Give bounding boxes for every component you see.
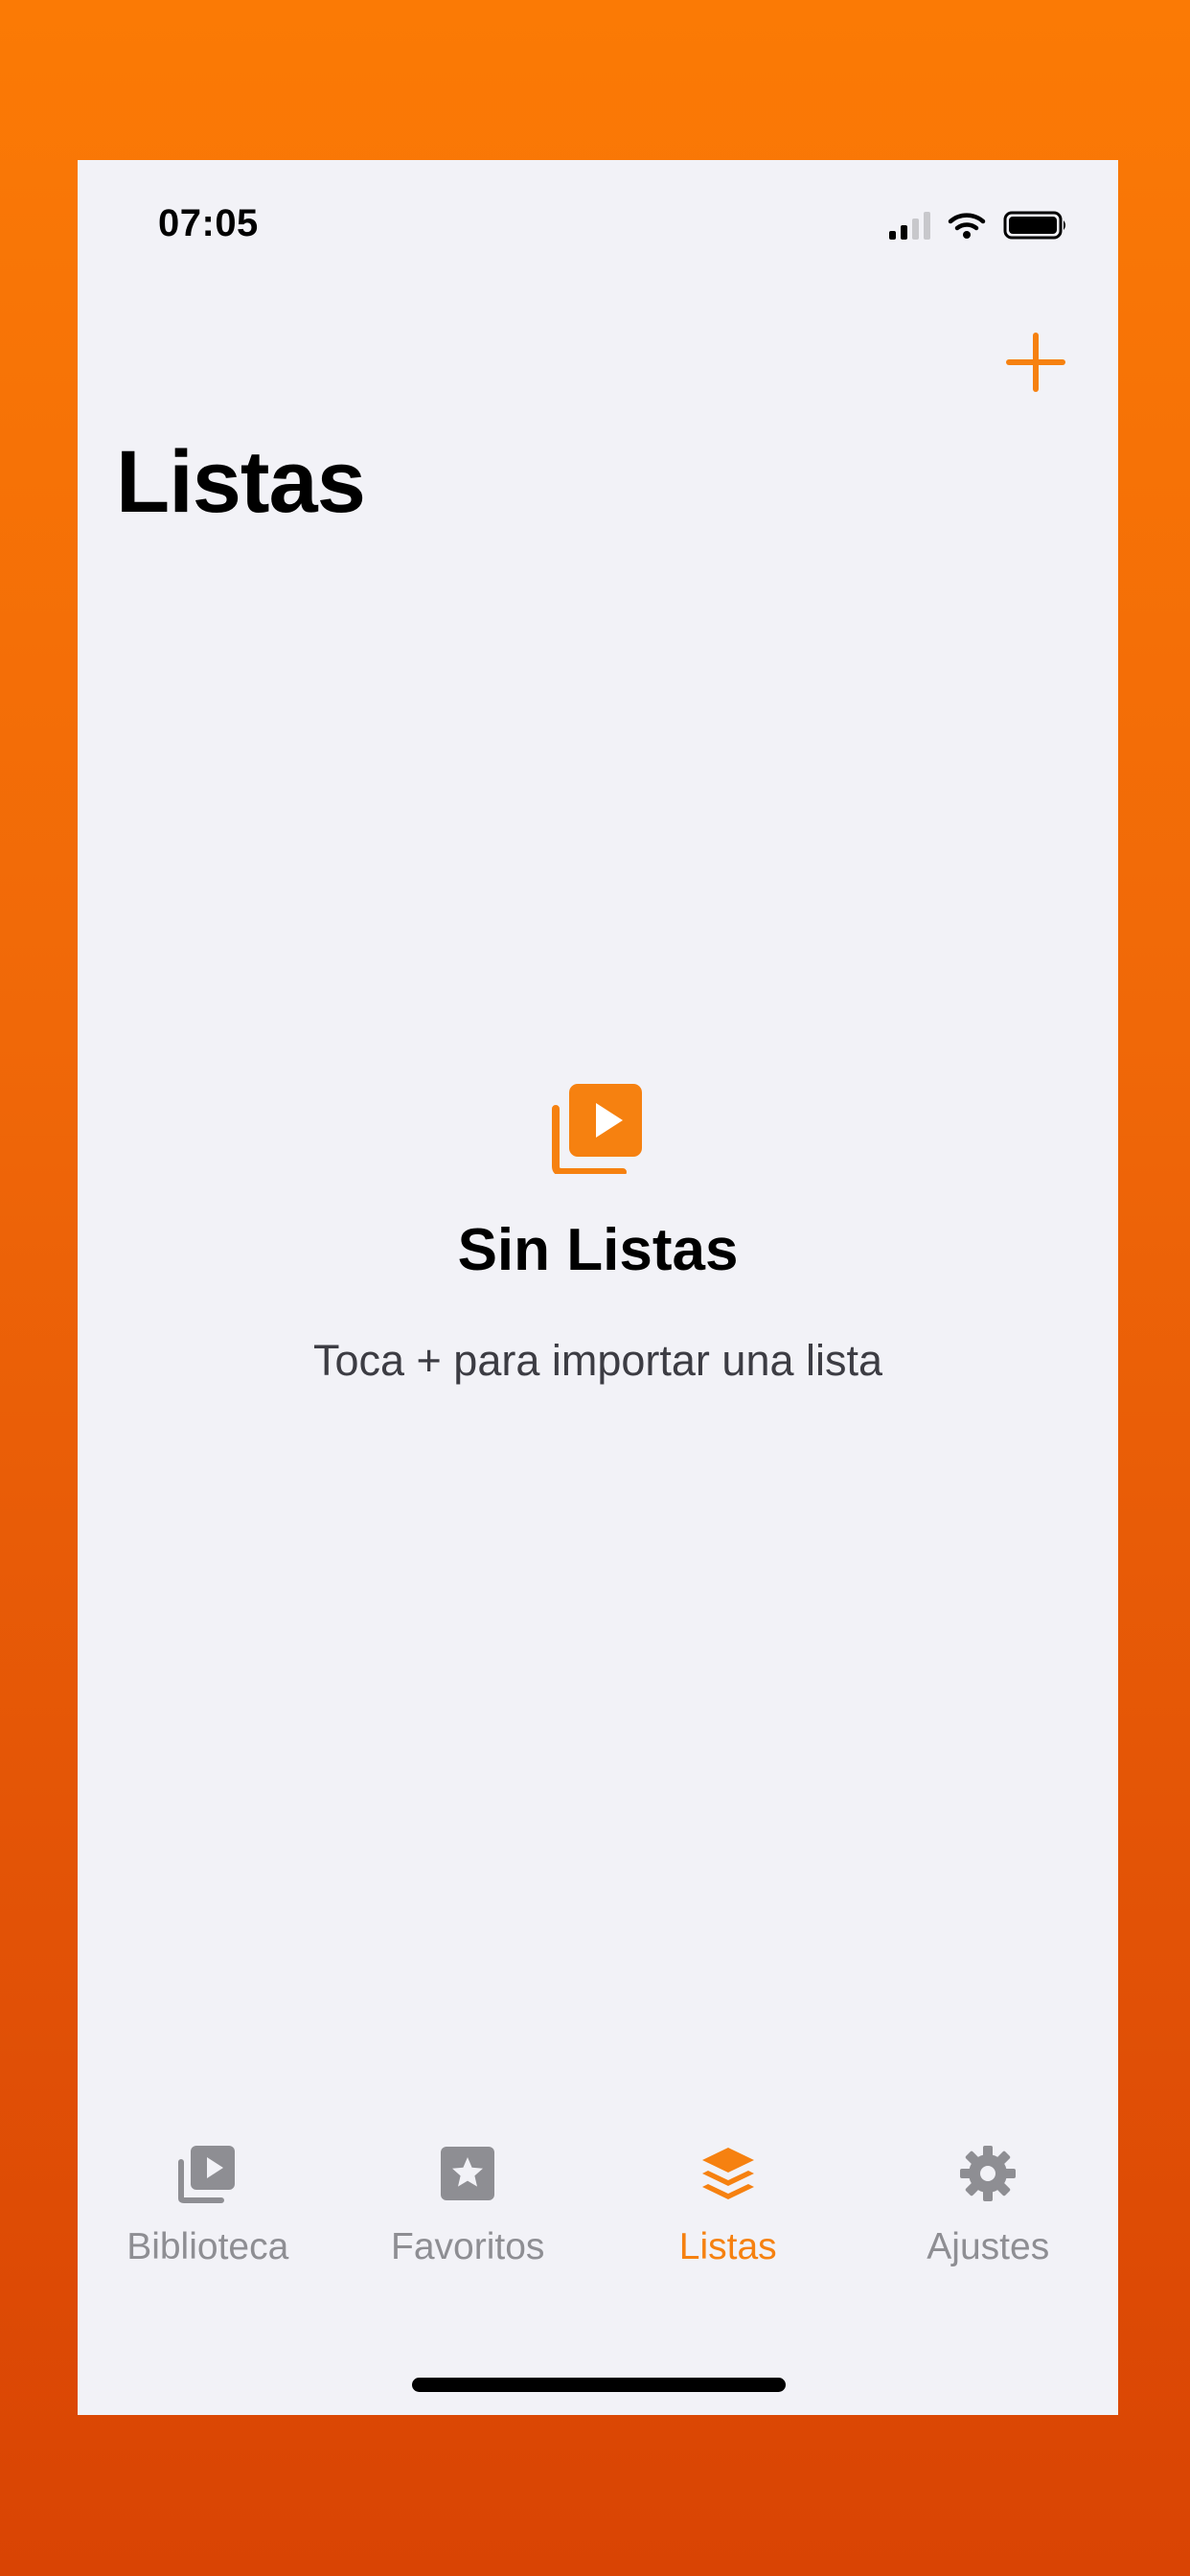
tab-listas[interactable]: Listas bbox=[598, 2144, 858, 2316]
tab-favoritos[interactable]: Favoritos bbox=[338, 2144, 599, 2316]
home-indicator[interactable] bbox=[412, 2378, 786, 2392]
tab-label: Favoritos bbox=[391, 2226, 545, 2267]
app-screen: 07:05 Listas Sin Listas Toca + para impo… bbox=[78, 160, 1118, 2415]
tab-ajustes[interactable]: Ajustes bbox=[858, 2144, 1119, 2316]
tab-label: Listas bbox=[678, 2226, 777, 2267]
star-icon bbox=[441, 2147, 495, 2200]
tab-biblioteca[interactable]: Biblioteca bbox=[78, 2144, 338, 2316]
battery-icon bbox=[1003, 211, 1065, 240]
tab-bar: Biblioteca Favoritos Listas Ajustes bbox=[78, 2144, 1118, 2316]
play-library-icon bbox=[177, 2146, 235, 2203]
cellular-signal-icon bbox=[889, 211, 930, 240]
empty-state-title: Sin Listas bbox=[457, 1217, 739, 1283]
tab-label: Biblioteca bbox=[126, 2226, 289, 2267]
layers-icon bbox=[701, 2148, 754, 2199]
status-icons bbox=[889, 208, 1068, 242]
page-title: Listas bbox=[116, 433, 366, 531]
play-library-icon bbox=[552, 1084, 642, 1174]
add-list-button[interactable] bbox=[1006, 333, 1065, 392]
gear-icon bbox=[960, 2146, 1017, 2201]
wifi-icon bbox=[948, 213, 986, 239]
status-time: 07:05 bbox=[158, 202, 259, 244]
empty-state-subtitle: Toca + para importar una lista bbox=[312, 1336, 883, 1385]
tab-label: Ajustes bbox=[927, 2226, 1050, 2267]
